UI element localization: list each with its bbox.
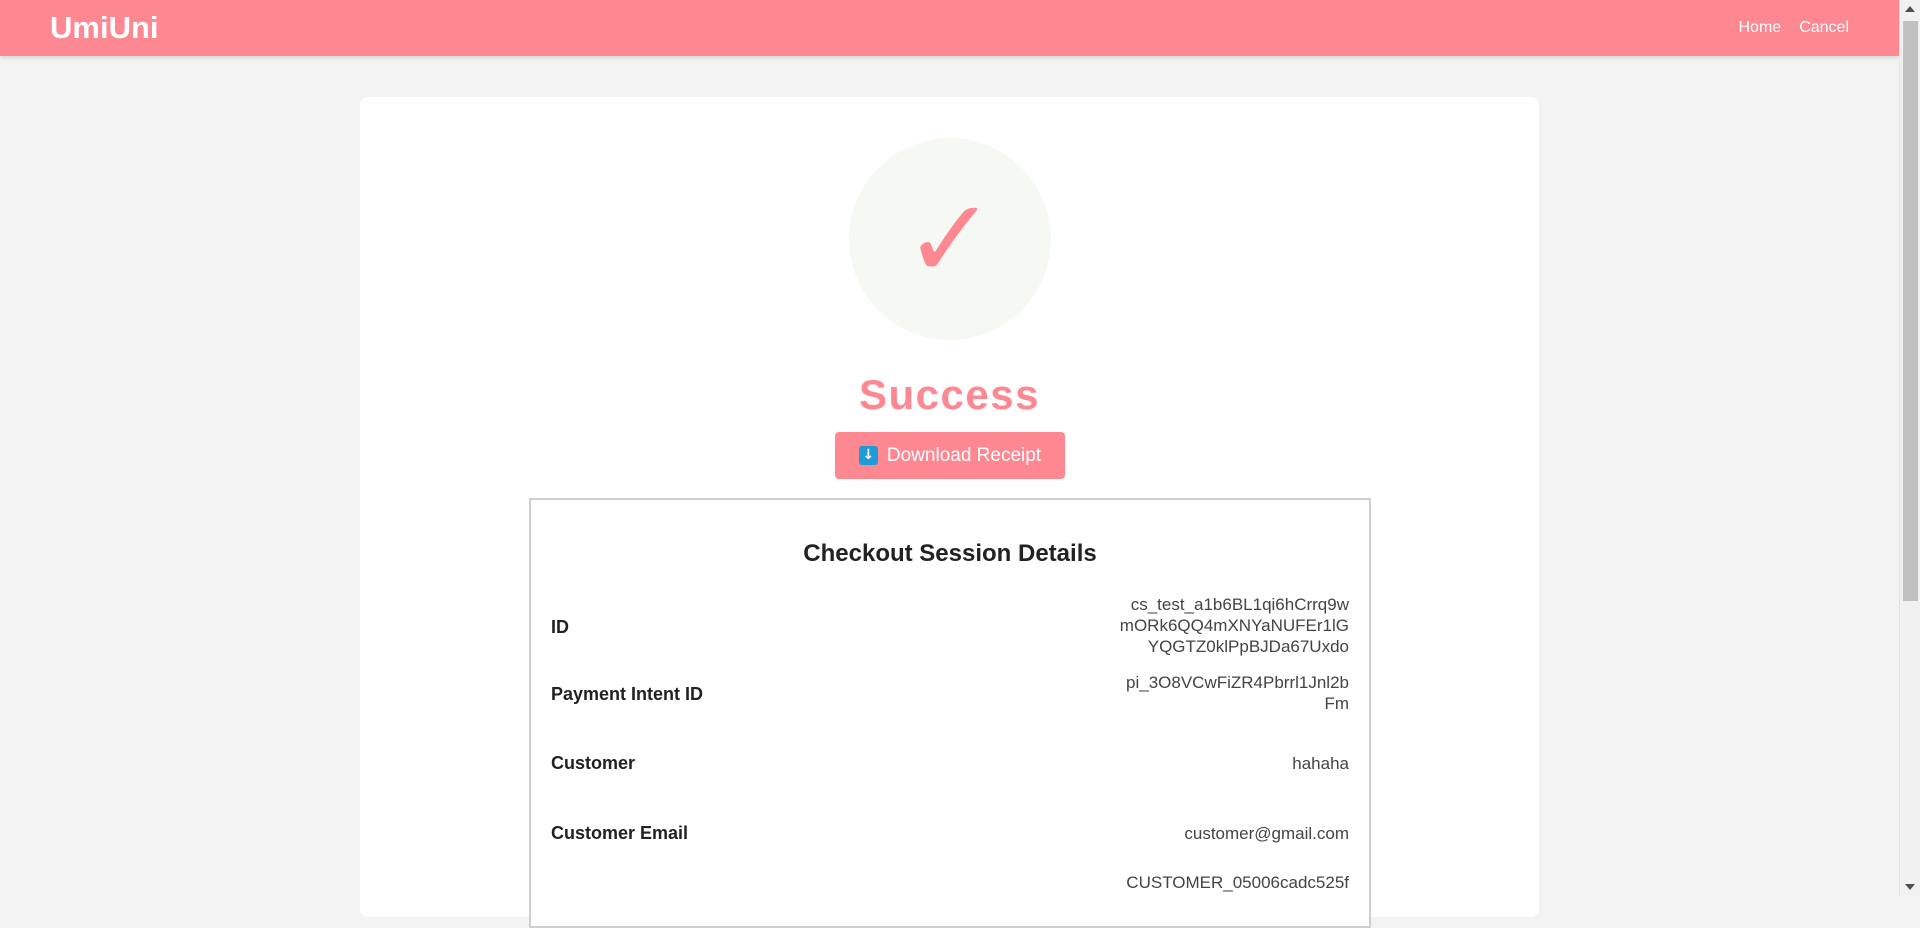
- top-navbar: UmiUni Home Cancel: [0, 0, 1899, 56]
- detail-label: Customer Email: [551, 823, 689, 843]
- nav-link-home[interactable]: Home: [1739, 19, 1782, 37]
- checkout-session-details: Checkout Session Details ID cs_test_a1b6…: [529, 498, 1371, 928]
- download-receipt-label: Download Receipt: [886, 444, 1042, 466]
- detail-value: pi_3O8VCwFiZR4Pbrrl1Jnl2bFm: [1126, 673, 1349, 713]
- detail-label: Customer: [551, 753, 636, 773]
- brand-logo[interactable]: UmiUni: [50, 10, 159, 46]
- scroll-up-arrow-icon[interactable]: [1905, 6, 1915, 12]
- vertical-scrollbar[interactable]: [1899, 0, 1920, 896]
- checkmark-icon: ✓: [903, 175, 997, 303]
- scroll-thumb[interactable]: [1903, 21, 1918, 601]
- detail-row-customer-email: Customer Email customer@gmail.com: [551, 823, 1349, 847]
- scroll-down-arrow-icon[interactable]: [1905, 884, 1915, 890]
- detail-value: CUSTOMER_05006cadc525f: [1126, 873, 1349, 892]
- detail-value: cs_test_a1b6BL1qi6hCrrq9wmORk6QQ4mXNYaNU…: [1119, 595, 1349, 656]
- download-arrow-icon: ↓: [858, 446, 878, 465]
- detail-row-customer: Customer hahaha: [551, 753, 1349, 777]
- nav-link-cancel[interactable]: Cancel: [1799, 19, 1849, 37]
- detail-value: customer@gmail.com: [1184, 824, 1349, 843]
- detail-row-id: ID cs_test_a1b6BL1qi6hCrrq9wmORk6QQ4mXNY…: [551, 594, 1349, 660]
- download-receipt-button[interactable]: ↓ Download Receipt: [835, 432, 1065, 479]
- success-check-circle: ✓: [849, 138, 1051, 340]
- detail-value: hahaha: [1292, 754, 1349, 773]
- detail-row-payment-intent-id: Payment Intent ID pi_3O8VCwFiZR4Pbrrl1Jn…: [551, 672, 1349, 716]
- detail-label: ID: [551, 617, 569, 637]
- details-title: Checkout Session Details: [803, 540, 1097, 567]
- nav-links: Home Cancel: [1739, 19, 1850, 37]
- detail-row-partial: CUSTOMER_05006cadc525f: [551, 872, 1349, 896]
- detail-label: Payment Intent ID: [551, 684, 704, 704]
- success-title: Success: [859, 371, 1040, 418]
- success-card: ✓ Success ↓ Download Receipt Checkout Se…: [360, 97, 1539, 928]
